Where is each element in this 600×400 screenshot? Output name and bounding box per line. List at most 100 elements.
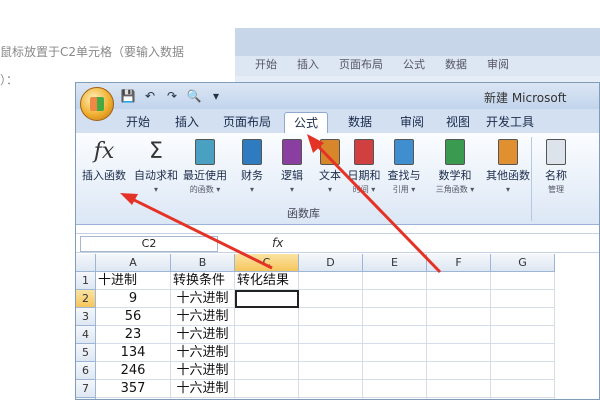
cell-C3[interactable] — [235, 308, 299, 326]
cell-F5[interactable] — [427, 344, 491, 362]
cell-A7[interactable]: 357 — [96, 380, 171, 398]
cell-E3[interactable] — [363, 308, 427, 326]
row-header-2[interactable]: 2 — [76, 290, 96, 308]
cell-G6[interactable] — [491, 362, 555, 380]
cell-E1[interactable] — [363, 272, 427, 290]
row-header-4[interactable]: 4 — [76, 326, 96, 344]
cell-A2[interactable]: 9 — [96, 290, 171, 308]
cell-A3[interactable]: 56 — [96, 308, 171, 326]
cell-F3[interactable] — [427, 308, 491, 326]
lookup-book-icon — [394, 139, 414, 165]
cell-D3[interactable] — [299, 308, 363, 326]
cell-F2[interactable] — [427, 290, 491, 308]
tab-5[interactable]: 审阅 — [392, 112, 432, 133]
cell-A1[interactable]: 十进制 — [96, 272, 171, 290]
cell-C5[interactable] — [235, 344, 299, 362]
lookup-reference-button[interactable]: 查找与 引用 ▾ — [382, 137, 426, 197]
cell-D7[interactable] — [299, 380, 363, 398]
cell-A4[interactable]: 23 — [96, 326, 171, 344]
recent-functions-button-sub: 的函数 ▾ — [189, 185, 221, 194]
tab-6[interactable]: 视图 — [438, 112, 478, 133]
print-preview-icon[interactable]: 🔍 — [186, 88, 202, 104]
column-header-B[interactable]: B — [171, 254, 235, 272]
cell-F7[interactable] — [427, 380, 491, 398]
cell-G4[interactable] — [491, 326, 555, 344]
math-trig-button[interactable]: 数学和 三角函数 ▾ — [426, 137, 484, 197]
cell-E5[interactable] — [363, 344, 427, 362]
column-header-E[interactable]: E — [363, 254, 427, 272]
cell-A5[interactable]: 134 — [96, 344, 171, 362]
cell-B1[interactable]: 转换条件 — [171, 272, 235, 290]
cell-B7[interactable]: 十六进制 — [171, 380, 235, 398]
tab-3[interactable]: 公式 — [284, 112, 328, 133]
row-header-1[interactable]: 1 — [76, 272, 96, 290]
insert-function-button[interactable]: fx 插入函数 — [76, 137, 132, 183]
cell-B5[interactable]: 十六进制 — [171, 344, 235, 362]
redo-icon[interactable]: ↷ — [164, 88, 180, 104]
cell-E6[interactable] — [363, 362, 427, 380]
text-button-sub: ▾ — [327, 185, 332, 194]
cell-E2[interactable] — [363, 290, 427, 308]
cell-G1[interactable] — [491, 272, 555, 290]
cell-G7[interactable] — [491, 380, 555, 398]
recent-functions-button[interactable]: 最近使用 的函数 ▾ — [178, 137, 232, 197]
row-header-5[interactable]: 5 — [76, 344, 96, 362]
office-button[interactable] — [80, 87, 114, 121]
row-header-7[interactable]: 7 — [76, 380, 96, 398]
more-functions-button-label: 其他函数 — [486, 169, 530, 182]
undo-icon[interactable]: ↶ — [142, 88, 158, 104]
column-header-A[interactable]: A — [96, 254, 171, 272]
select-all-corner[interactable] — [76, 254, 96, 272]
cell-F4[interactable] — [427, 326, 491, 344]
cell-C2[interactable] — [235, 290, 299, 308]
cell-C6[interactable] — [235, 362, 299, 380]
column-header-C[interactable]: C — [235, 254, 299, 272]
cell-D6[interactable] — [299, 362, 363, 380]
text-button[interactable]: 文本 ▾ — [314, 137, 346, 197]
cell-F1[interactable] — [427, 272, 491, 290]
financial-button[interactable]: 财务 ▾ — [232, 137, 272, 197]
row-header-3[interactable]: 3 — [76, 308, 96, 326]
cell-C1[interactable]: 转化结果 — [235, 272, 299, 290]
name-manager-icon — [546, 139, 566, 165]
cell-F6[interactable] — [427, 362, 491, 380]
cell-B4[interactable]: 十六进制 — [171, 326, 235, 344]
background-tab: 公式 — [403, 58, 425, 71]
tab-1[interactable]: 插入 — [166, 112, 208, 133]
name-box[interactable]: C2 — [80, 236, 218, 252]
background-tab: 页面布局 — [339, 58, 383, 71]
column-header-F[interactable]: F — [427, 254, 491, 272]
cell-B6[interactable]: 十六进制 — [171, 362, 235, 380]
tab-0[interactable]: 开始 — [118, 112, 158, 133]
cell-A6[interactable]: 246 — [96, 362, 171, 380]
cell-C4[interactable] — [235, 326, 299, 344]
name-manager-button[interactable]: 名称 管理 — [536, 137, 576, 197]
cell-B3[interactable]: 十六进制 — [171, 308, 235, 326]
autosum-button[interactable]: Σ 自动求和 ▾ — [134, 137, 178, 197]
column-header-G[interactable]: G — [491, 254, 555, 272]
cell-G5[interactable] — [491, 344, 555, 362]
name-manager-button-sub: 管理 — [548, 185, 564, 194]
cell-D5[interactable] — [299, 344, 363, 362]
date-time-button[interactable]: 日期和 时间 ▾ — [346, 137, 382, 197]
cell-E4[interactable] — [363, 326, 427, 344]
cell-G3[interactable] — [491, 308, 555, 326]
fx-icon[interactable]: fx — [272, 236, 283, 250]
cell-D1[interactable] — [299, 272, 363, 290]
cell-B2[interactable]: 十六进制 — [171, 290, 235, 308]
save-icon[interactable]: 💾 — [120, 88, 136, 104]
customize-dropdown-icon[interactable]: ▾ — [208, 88, 224, 104]
cell-D2[interactable] — [299, 290, 363, 308]
row-header-6[interactable]: 6 — [76, 362, 96, 380]
column-header-D[interactable]: D — [299, 254, 363, 272]
lookup-reference-button-sub: 引用 ▾ — [392, 185, 416, 194]
tab-2[interactable]: 页面布局 — [216, 112, 278, 133]
cell-G2[interactable] — [491, 290, 555, 308]
more-functions-button[interactable]: 其他函数 ▾ — [484, 137, 532, 197]
cell-E7[interactable] — [363, 380, 427, 398]
tab-7[interactable]: 开发工具 — [480, 112, 540, 133]
cell-D4[interactable] — [299, 326, 363, 344]
logical-button[interactable]: 逻辑 ▾ — [272, 137, 312, 197]
cell-C7[interactable] — [235, 380, 299, 398]
tab-4[interactable]: 数据 — [338, 112, 382, 133]
